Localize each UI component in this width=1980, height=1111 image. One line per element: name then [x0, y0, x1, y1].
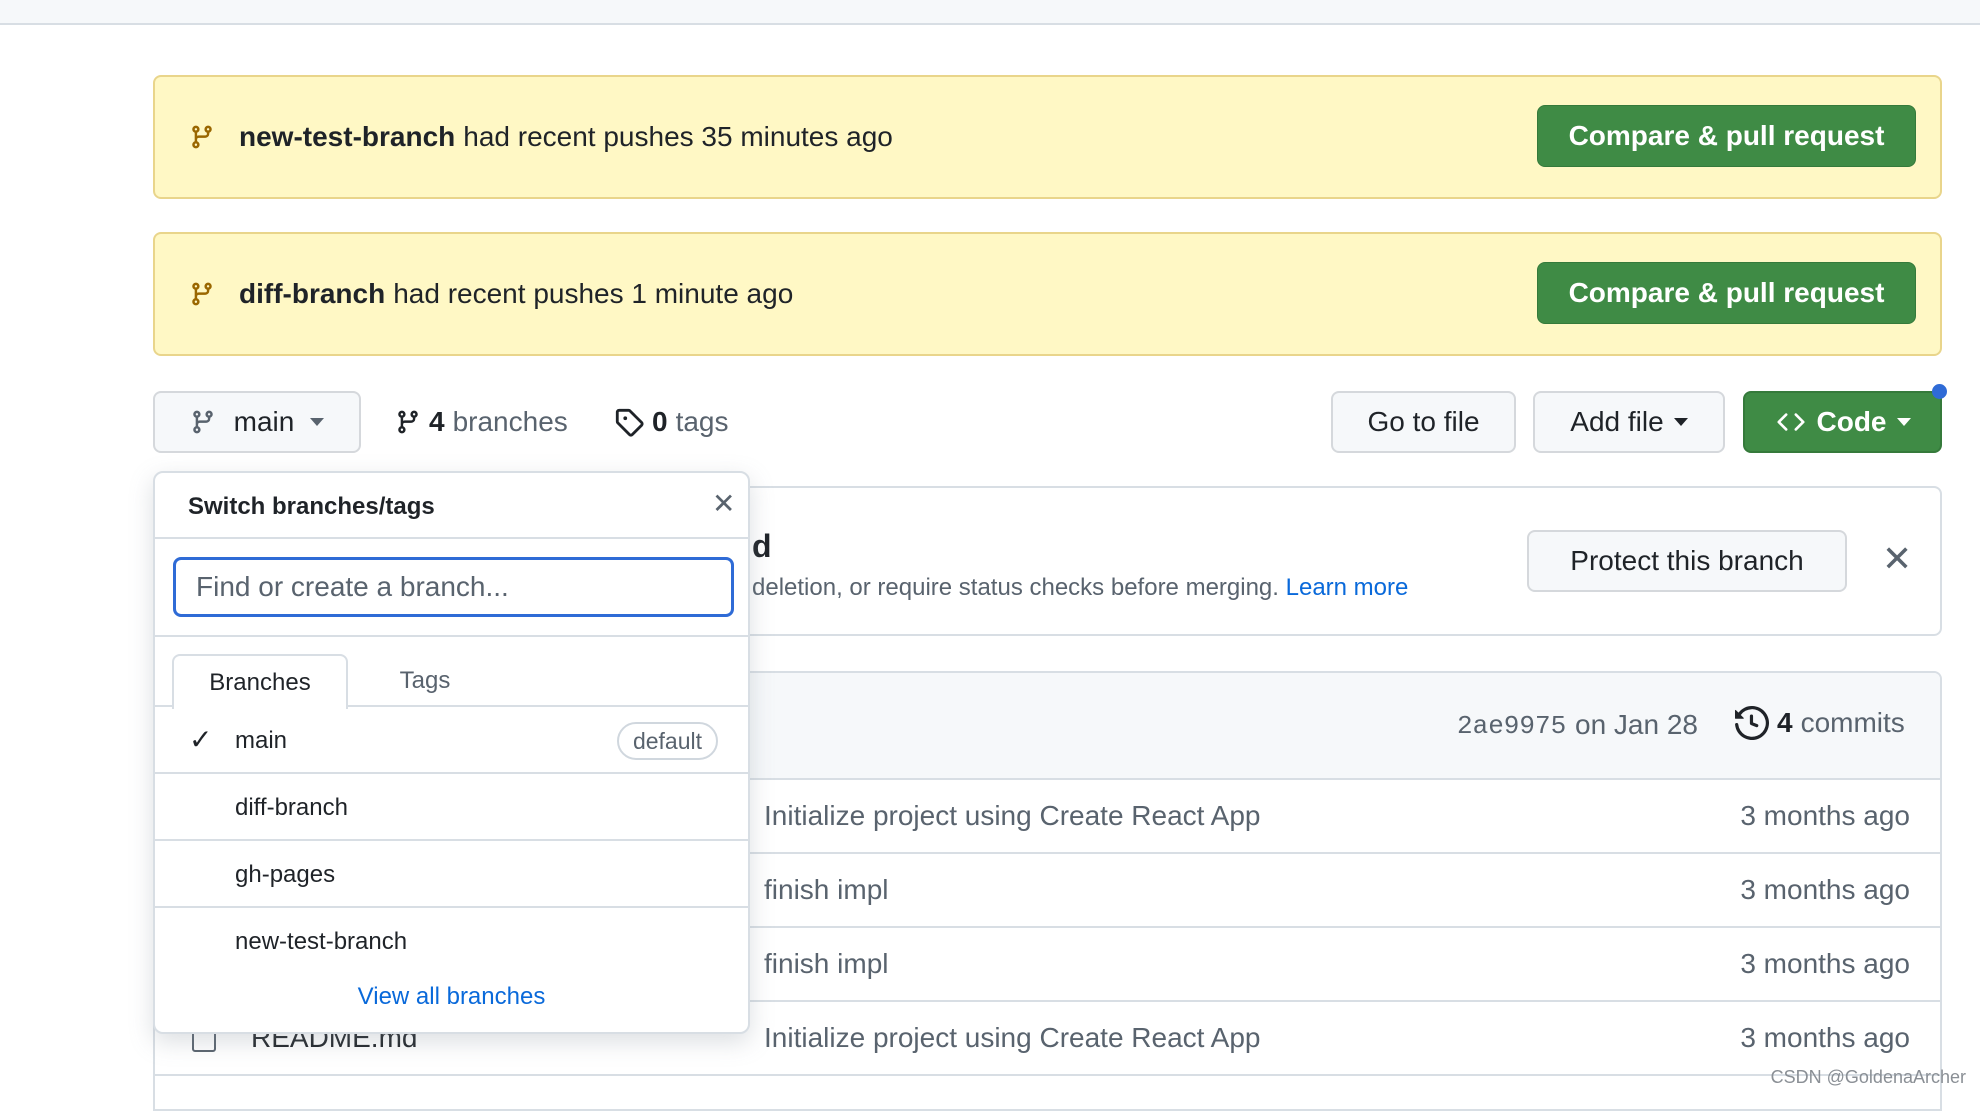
- branch-select-button[interactable]: main: [153, 391, 361, 453]
- git-branch-icon: [189, 279, 225, 309]
- banner-branch-name[interactable]: new-test-branch: [239, 121, 455, 153]
- protect-title: d: [752, 528, 772, 564]
- branch-search-input[interactable]: [173, 557, 734, 617]
- history-icon: [1735, 706, 1769, 740]
- view-all-branches-link[interactable]: View all branches: [358, 983, 546, 1010]
- notification-dot: [1932, 384, 1947, 399]
- tags-label: tags: [675, 406, 729, 437]
- branch-item[interactable]: new-test-branch: [155, 908, 748, 975]
- commit-sha[interactable]: 2ae9975: [1457, 711, 1566, 741]
- branch-name: main: [235, 727, 288, 754]
- git-branch-icon: [398, 410, 418, 434]
- branches-link[interactable]: 4 branches: [395, 391, 568, 453]
- compare-pull-request-button[interactable]: Compare & pull request: [1537, 262, 1916, 324]
- tab-branches[interactable]: Branches: [172, 654, 348, 709]
- protect-branch-button[interactable]: Protect this branch: [1527, 530, 1847, 592]
- commits-link[interactable]: 4 commits: [1735, 706, 1905, 740]
- banner-message: had recent pushes 1 minute ago: [393, 278, 794, 309]
- git-branch-icon: [189, 122, 225, 152]
- learn-more-link[interactable]: Learn more: [1286, 574, 1409, 601]
- tab-tags[interactable]: Tags: [365, 653, 485, 709]
- close-icon[interactable]: ✕: [1882, 538, 1912, 580]
- commit-message[interactable]: Initialize project using Create React Ap…: [764, 1022, 1261, 1054]
- branches-label: branches: [452, 406, 568, 437]
- git-branch-icon: [192, 410, 213, 434]
- protect-text: deletion, or require status checks befor…: [752, 574, 1408, 602]
- branch-count: 4: [429, 406, 445, 437]
- tag-count: 0: [652, 406, 668, 437]
- close-icon[interactable]: ✕: [712, 487, 735, 520]
- code-label: Code: [1816, 406, 1887, 437]
- commit-message[interactable]: finish impl: [764, 948, 888, 980]
- banner-message: had recent pushes 35 minutes ago: [463, 121, 893, 152]
- caret-down-icon: [1673, 418, 1688, 426]
- code-icon: [1776, 413, 1805, 431]
- banner-branch-name[interactable]: diff-branch: [239, 278, 385, 310]
- go-to-file-button[interactable]: Go to file: [1331, 391, 1516, 453]
- commit-message[interactable]: Initialize project using Create React Ap…: [764, 800, 1261, 832]
- protect-description: deletion, or require status checks befor…: [752, 574, 1279, 601]
- watermark: CSDN @GoldenaArcher: [1770, 1067, 1966, 1087]
- tags-link[interactable]: 0 tags: [614, 391, 729, 453]
- caret-down-icon: [1896, 418, 1911, 426]
- caret-down-icon: [310, 418, 325, 426]
- dropdown-title: Switch branches/tags: [188, 493, 435, 520]
- branch-name: gh-pages: [235, 861, 336, 888]
- recent-push-banner: new-test-branch had recent pushes 35 min…: [153, 75, 1942, 199]
- recent-push-banner: diff-branch had recent pushes 1 minute a…: [153, 232, 1942, 356]
- commit-time: 3 months ago: [1740, 948, 1910, 979]
- branch-item[interactable]: diff-branch: [155, 774, 748, 841]
- check-icon: ✓: [189, 724, 213, 755]
- commit-time: 3 months ago: [1740, 874, 1910, 905]
- code-button[interactable]: Code: [1743, 391, 1942, 453]
- commit-time: 3 months ago: [1740, 1022, 1910, 1053]
- current-branch: main: [233, 406, 295, 437]
- commit-time: 3 months ago: [1740, 800, 1910, 831]
- branch-item[interactable]: gh-pages: [155, 841, 748, 908]
- default-badge: default: [616, 722, 718, 760]
- compare-pull-request-button[interactable]: Compare & pull request: [1537, 105, 1916, 167]
- branch-switcher-dropdown: Switch branches/tags ✕ Branches Tags ✓ m…: [153, 471, 750, 1034]
- add-file-label: Add file: [1570, 406, 1664, 437]
- add-file-button[interactable]: Add file: [1533, 391, 1725, 453]
- branch-item-main[interactable]: ✓ main default: [155, 707, 748, 774]
- commit-message[interactable]: finish impl: [764, 874, 888, 906]
- top-bar: [0, 0, 1980, 25]
- branch-name: new-test-branch: [235, 928, 408, 955]
- branch-name: diff-branch: [235, 794, 348, 821]
- commit-date: on Jan 28: [1575, 709, 1698, 740]
- commits-label: commits: [1800, 707, 1905, 738]
- tag-icon: [615, 408, 644, 437]
- commit-count: 4: [1777, 707, 1793, 738]
